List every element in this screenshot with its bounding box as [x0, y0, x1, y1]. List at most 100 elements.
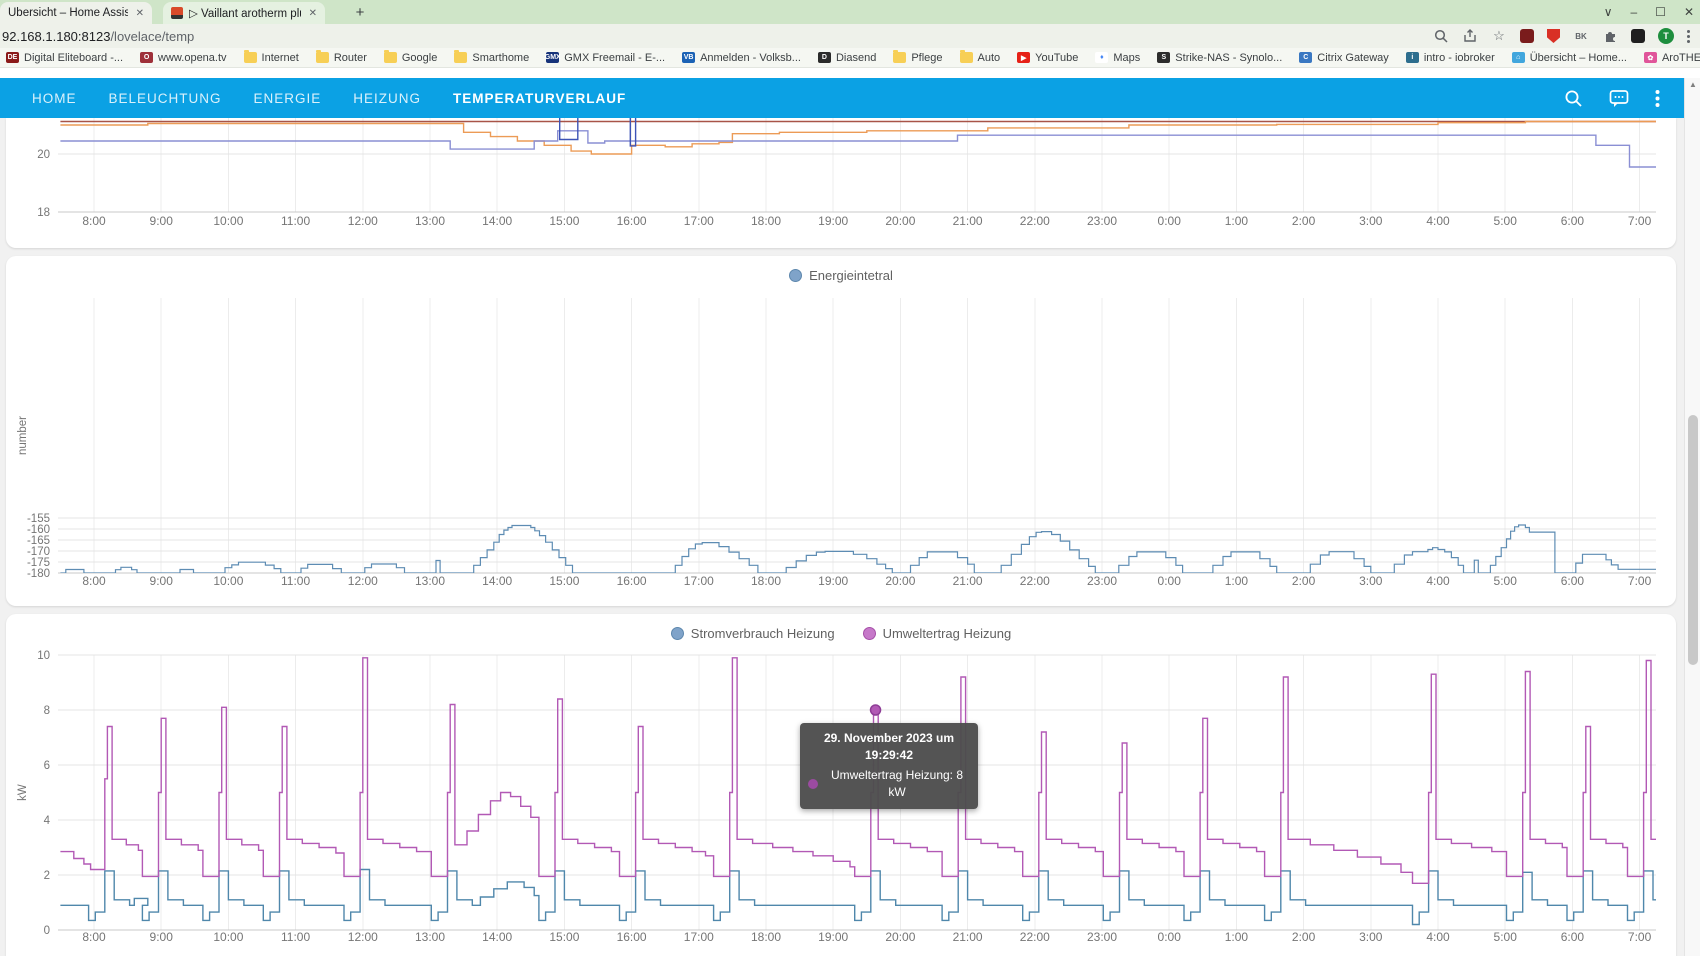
y-tick-label: 20 — [37, 149, 50, 161]
dark-extension-icon[interactable] — [1631, 29, 1645, 43]
x-tick-label: 7:00 — [1628, 574, 1652, 588]
kebab-menu-icon[interactable] — [1655, 89, 1660, 108]
legend-item[interactable]: Umweltertrag Heizung — [863, 626, 1012, 641]
bookmark-label: Router — [334, 52, 367, 64]
series-line — [60, 525, 1659, 573]
tab-close-icon[interactable]: ✕ — [136, 8, 144, 19]
extension-red-square-icon[interactable] — [1520, 29, 1534, 43]
legend-dot-icon — [863, 627, 876, 640]
bookmark-item[interactable]: Auto — [960, 52, 1001, 64]
x-tick-label: 18:00 — [751, 214, 781, 228]
browser-address-bar[interactable]: 92.168.1.180:8123/lovelace/temp ☆ BK T — [0, 24, 1700, 48]
tab-close-icon[interactable]: ✕ — [309, 8, 317, 19]
y-tick-label: -180 — [27, 568, 50, 580]
star-bookmark-icon[interactable]: ☆ — [1491, 28, 1507, 44]
share-icon[interactable] — [1462, 28, 1478, 44]
x-tick-label: 15:00 — [549, 930, 579, 944]
bookmark-item[interactable]: iintro - iobroker — [1406, 52, 1495, 64]
energieintetral-card: Energieintetral -155-160-165-170-175-180… — [6, 256, 1676, 606]
bookmark-item[interactable]: Owww.opena.tv — [140, 52, 226, 64]
maps-icon: ♦ — [1095, 52, 1108, 63]
x-tick-label: 4:00 — [1426, 930, 1450, 944]
new-tab-button[interactable]: + — [350, 4, 370, 24]
bookmark-item[interactable]: Router — [316, 52, 367, 64]
browser-tab-home-assistant[interactable]: Übersicht – Home Assistant ✕ — [0, 2, 152, 24]
dashboard-view: 20188:009:0010:0011:0012:0013:0014:0015:… — [0, 118, 1684, 956]
x-tick-label: 9:00 — [150, 214, 174, 228]
nav-tab-heizung[interactable]: HEIZUNG — [353, 91, 421, 106]
x-tick-label: 0:00 — [1158, 930, 1182, 944]
browser-tab-vaillant[interactable]: ▷ Vaillant arotherm plus VWL 3 ✕ — [163, 2, 325, 24]
bookmark-item[interactable]: Smarthome — [454, 52, 529, 64]
chart-legend: Energieintetral — [6, 268, 1676, 283]
chart-tooltip: 29. November 2023 um 19:29:42 Umweltertr… — [800, 723, 978, 809]
x-tick-label: 19:00 — [818, 930, 848, 944]
puzzle-extensions-icon[interactable] — [1602, 28, 1618, 44]
scrollbar-thumb[interactable] — [1688, 415, 1698, 665]
folder-icon — [454, 52, 467, 63]
bookmark-item[interactable]: ♦Maps — [1095, 52, 1140, 64]
x-tick-label: 13:00 — [415, 214, 445, 228]
window-maximize-icon[interactable]: ☐ — [1655, 5, 1666, 19]
x-tick-label: 4:00 — [1426, 214, 1450, 228]
opena-tv-icon: O — [140, 52, 153, 63]
youtube-icon: ▶ — [1017, 52, 1030, 63]
nav-tab-beleuchtung[interactable]: BELEUCHTUNG — [109, 91, 222, 106]
bookmark-item[interactable]: ✿AroTHERM plus VW... — [1644, 52, 1700, 64]
x-tick-label: 15:00 — [549, 574, 579, 588]
zoom-icon[interactable] — [1433, 28, 1449, 44]
legend-item[interactable]: Energieintetral — [789, 268, 893, 283]
window-minimize-icon[interactable]: – — [1630, 5, 1637, 19]
folder-icon — [244, 52, 257, 63]
y-tick-label: 6 — [44, 760, 50, 772]
browser-menu-kebab-icon[interactable] — [1687, 30, 1690, 43]
bookmark-item[interactable]: ▶YouTube — [1017, 52, 1078, 64]
bookmark-label: www.opena.tv — [158, 52, 226, 64]
search-icon[interactable] — [1564, 89, 1583, 108]
bookmark-item[interactable]: ⌂Übersicht – Home... — [1512, 52, 1627, 64]
bookmark-item[interactable]: DE Digital Eliteboard -... — [6, 52, 123, 64]
x-tick-label: 6:00 — [1561, 214, 1585, 228]
x-tick-label: 12:00 — [348, 214, 378, 228]
bookmark-item[interactable]: VBAnmelden - Volksb... — [682, 52, 801, 64]
page-scrollbar[interactable]: ▲ — [1684, 78, 1700, 956]
energieintetral-chart[interactable]: -155-160-165-170-175-1808:009:0010:0011:… — [6, 256, 1676, 606]
legend-dot-icon — [671, 627, 684, 640]
bookmark-item[interactable]: Pflege — [893, 52, 942, 64]
bookmark-label: Digital Eliteboard -... — [24, 52, 123, 64]
x-tick-label: 8:00 — [82, 574, 106, 588]
temperature-chart[interactable]: 20188:009:0010:0011:0012:0013:0014:0015:… — [6, 118, 1676, 248]
bookmarks-bar: DE Digital Eliteboard -... Owww.opena.tv In… — [0, 48, 1700, 68]
profile-avatar[interactable]: T — [1658, 28, 1674, 44]
bk-extension-icon[interactable]: BK — [1573, 28, 1589, 44]
bookmark-item[interactable]: CCitrix Gateway — [1299, 52, 1389, 64]
x-tick-label: 22:00 — [1020, 214, 1050, 228]
bookmark-item[interactable]: SStrike-NAS - Synolo... — [1157, 52, 1282, 64]
nav-tab-energie[interactable]: ENERGIE — [254, 91, 322, 106]
legend-item[interactable]: Stromverbrauch Heizung — [671, 626, 835, 641]
window-close-icon[interactable]: ✕ — [1684, 5, 1694, 19]
folder-icon — [893, 52, 906, 63]
x-tick-label: 6:00 — [1561, 930, 1585, 944]
folder-icon — [384, 52, 397, 63]
bookmark-item[interactable]: Internet — [244, 52, 299, 64]
window-chevron-icon[interactable]: ∨ — [1604, 5, 1613, 19]
x-tick-label: 5:00 — [1494, 214, 1518, 228]
adblock-shield-icon[interactable] — [1547, 29, 1560, 43]
scroll-up-arrow-icon[interactable]: ▲ — [1685, 80, 1700, 89]
x-tick-label: 2:00 — [1292, 930, 1316, 944]
x-tick-label: 14:00 — [482, 214, 512, 228]
heizung-power-card: Stromverbrauch Heizung Umweltertrag Heizu… — [6, 614, 1676, 956]
x-tick-label: 3:00 — [1359, 214, 1383, 228]
chat-icon[interactable] — [1609, 89, 1629, 108]
citrix-lock-icon: C — [1299, 52, 1312, 63]
url-text[interactable]: 92.168.1.180:8123/lovelace/temp — [2, 29, 194, 44]
digital-eliteboard-icon: DE — [6, 52, 19, 63]
bookmark-item[interactable]: Google — [384, 52, 437, 64]
bookmark-item[interactable]: DDiasend — [818, 52, 876, 64]
bookmark-item[interactable]: GMXGMX Freemail - E-... — [546, 52, 665, 64]
x-tick-label: 7:00 — [1628, 930, 1652, 944]
x-tick-label: 13:00 — [415, 574, 445, 588]
nav-tab-temperaturverlauf[interactable]: TEMPERATURVERLAUF — [453, 91, 626, 106]
nav-tab-home[interactable]: HOME — [32, 91, 77, 106]
